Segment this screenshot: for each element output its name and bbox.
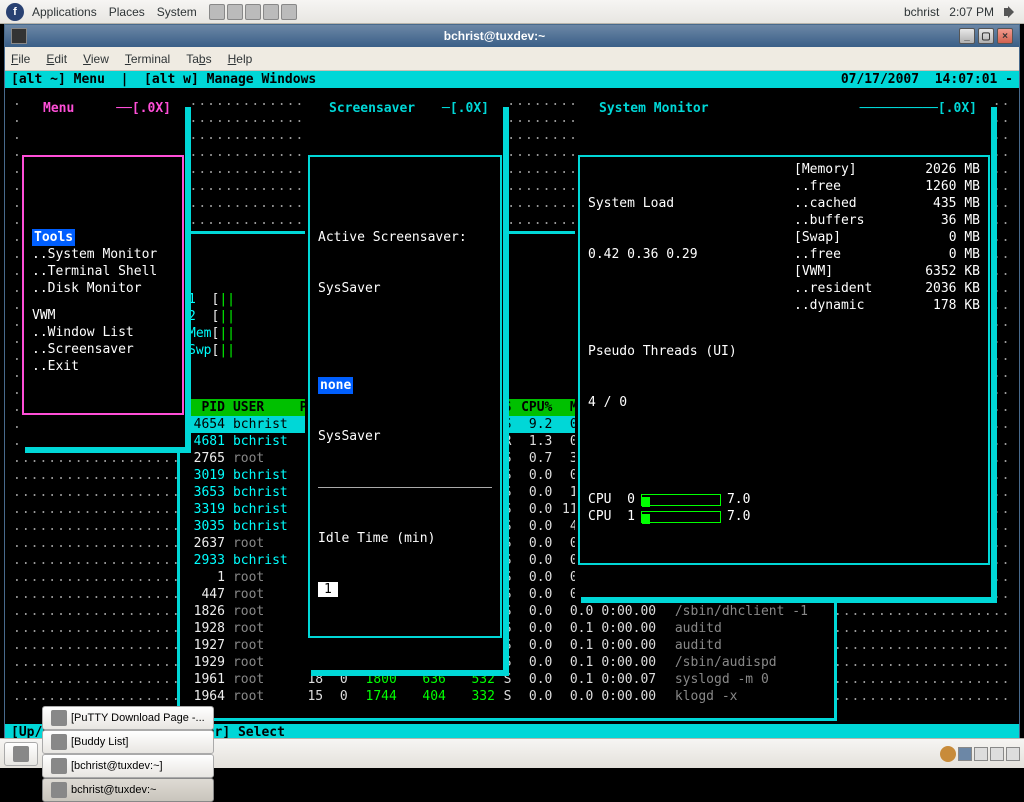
menu-item[interactable]: ..System Monitor [32,246,174,263]
workspace-3[interactable] [990,747,1004,761]
window-title: bchrist@tuxdev:~ [33,29,956,43]
workspace-2[interactable] [974,747,988,761]
mem-row: [VWM]6352 KB [794,263,980,280]
mem-row: ..resident2036 KB [794,280,980,297]
tray-icon[interactable] [209,4,225,20]
menu-box-title: Menu [39,100,78,117]
menu-file[interactable]: File [11,52,30,66]
workspace-1[interactable] [958,747,972,761]
taskbar-task[interactable]: [Buddy List] [42,730,214,754]
menu-edit[interactable]: Edit [46,52,67,66]
desktop-icon [13,746,29,762]
panel-system[interactable]: System [157,5,197,19]
task-icon [51,734,67,750]
mon-title: System Monitor [595,100,713,117]
menu-help[interactable]: Help [228,52,253,66]
screensaver-popup: Screensaver ─[.0X] Active Screensaver: S… [305,101,505,675]
ss-active-value: SysSaver [318,280,492,297]
vwm-menu-popup: Menu ──[.0X] Tools..System Monitor..Term… [19,101,187,452]
mem-row: ..dynamic178 KB [794,297,980,314]
menu-heading: Tools [32,229,174,246]
panel-user[interactable]: bchrist [904,5,939,19]
taskbar-task[interactable]: [bchrist@tuxdev:~] [42,754,214,778]
menu-terminal[interactable]: Terminal [125,52,170,66]
tray-icon[interactable] [263,4,279,20]
workspace-4[interactable] [1006,747,1020,761]
menubar: File Edit View Terminal Tabs Help [5,47,1019,71]
minimize-button[interactable]: _ [959,28,975,44]
task-icon [51,710,67,726]
ss-tag: ─[.0X] [438,100,493,117]
menu-item[interactable]: ..Terminal Shell [32,263,174,280]
gnome-top-panel: f Applications Places System bchrist 2:0… [0,0,1024,24]
ss-option-none[interactable]: none [318,377,353,394]
mem-row: ..buffers36 MB [794,212,980,229]
tray-icon[interactable] [227,4,243,20]
tray-icon[interactable] [245,4,261,20]
terminal-icon [11,28,27,44]
menu-item[interactable]: ..Exit [32,358,174,375]
menu-heading: VWM [32,307,174,324]
show-desktop-button[interactable] [4,742,38,766]
mem-row: [Swap]0 MB [794,229,980,246]
mem-row: ..free1260 MB [794,178,980,195]
threads-label: Pseudo Threads (UI) [588,343,774,360]
mon-tag: ──────────[.0X] [856,100,981,117]
close-button[interactable]: × [997,28,1013,44]
menu-tabs[interactable]: Tabs [186,52,211,66]
panel-clock[interactable]: 2:07 PM [949,5,994,19]
cpu-row: CPU 07.0 [588,491,774,508]
terminal-window: bchrist@tuxdev:~ _ ▢ × File Edit View Te… [4,24,1020,742]
task-icon [51,758,67,774]
menu-item[interactable]: ..Screensaver [32,341,174,358]
ss-option-syssaver[interactable]: SysSaver [318,428,492,445]
ss-title: Screensaver [325,100,419,117]
task-icon [51,782,67,798]
taskbar-task[interactable]: [PuTTY Download Page -... [42,706,214,730]
system-monitor-popup: System Monitor ──────────[.0X] System Lo… [575,101,993,602]
topbar-left: [alt ~] Menu | [alt w] Manage Windows [11,71,316,88]
mem-row: ..free0 MB [794,246,980,263]
maximize-button[interactable]: ▢ [978,28,994,44]
ss-idle-label: Idle Time (min) [318,530,492,547]
menu-box-tag: ──[.0X] [112,100,175,117]
mem-row: [Memory]2026 MB [794,161,980,178]
panel-places[interactable]: Places [109,5,145,19]
mem-row: ..cached435 MB [794,195,980,212]
window-titlebar[interactable]: bchrist@tuxdev:~ _ ▢ × [5,25,1019,47]
vwm-top-bar: [alt ~] Menu | [alt w] Manage Windows 07… [5,71,1019,88]
taskbar-task[interactable]: bchrist@tuxdev:~ [42,778,214,802]
ss-active-label: Active Screensaver: [318,229,492,246]
load-value: 0.42 0.36 0.29 [588,246,774,263]
terminal-area[interactable]: [alt ~] Menu | [alt w] Manage Windows 07… [5,71,1019,741]
menu-item[interactable]: ..Disk Monitor [32,280,174,297]
menu-view[interactable]: View [83,52,109,66]
tray-icon[interactable] [281,4,297,20]
fedora-logo-icon: f [6,3,24,21]
gnome-bottom-panel: [PuTTY Download Page -...[Buddy List][bc… [0,738,1024,768]
menu-item[interactable]: ..Window List [32,324,174,341]
topbar-right: 07/17/2007 14:07:01 - [841,71,1013,88]
cpu-row: CPU 17.0 [588,508,774,525]
process-row[interactable]: 1964root1501744404332S0.00.00:00.00klogd… [188,688,826,705]
threads-value: 4 / 0 [588,394,774,411]
panel-applications[interactable]: Applications [32,5,97,19]
ss-idle-input[interactable]: 1 [318,582,338,597]
load-label: System Load [588,195,774,212]
volume-icon[interactable] [1004,6,1018,18]
trash-icon[interactable] [940,746,956,762]
